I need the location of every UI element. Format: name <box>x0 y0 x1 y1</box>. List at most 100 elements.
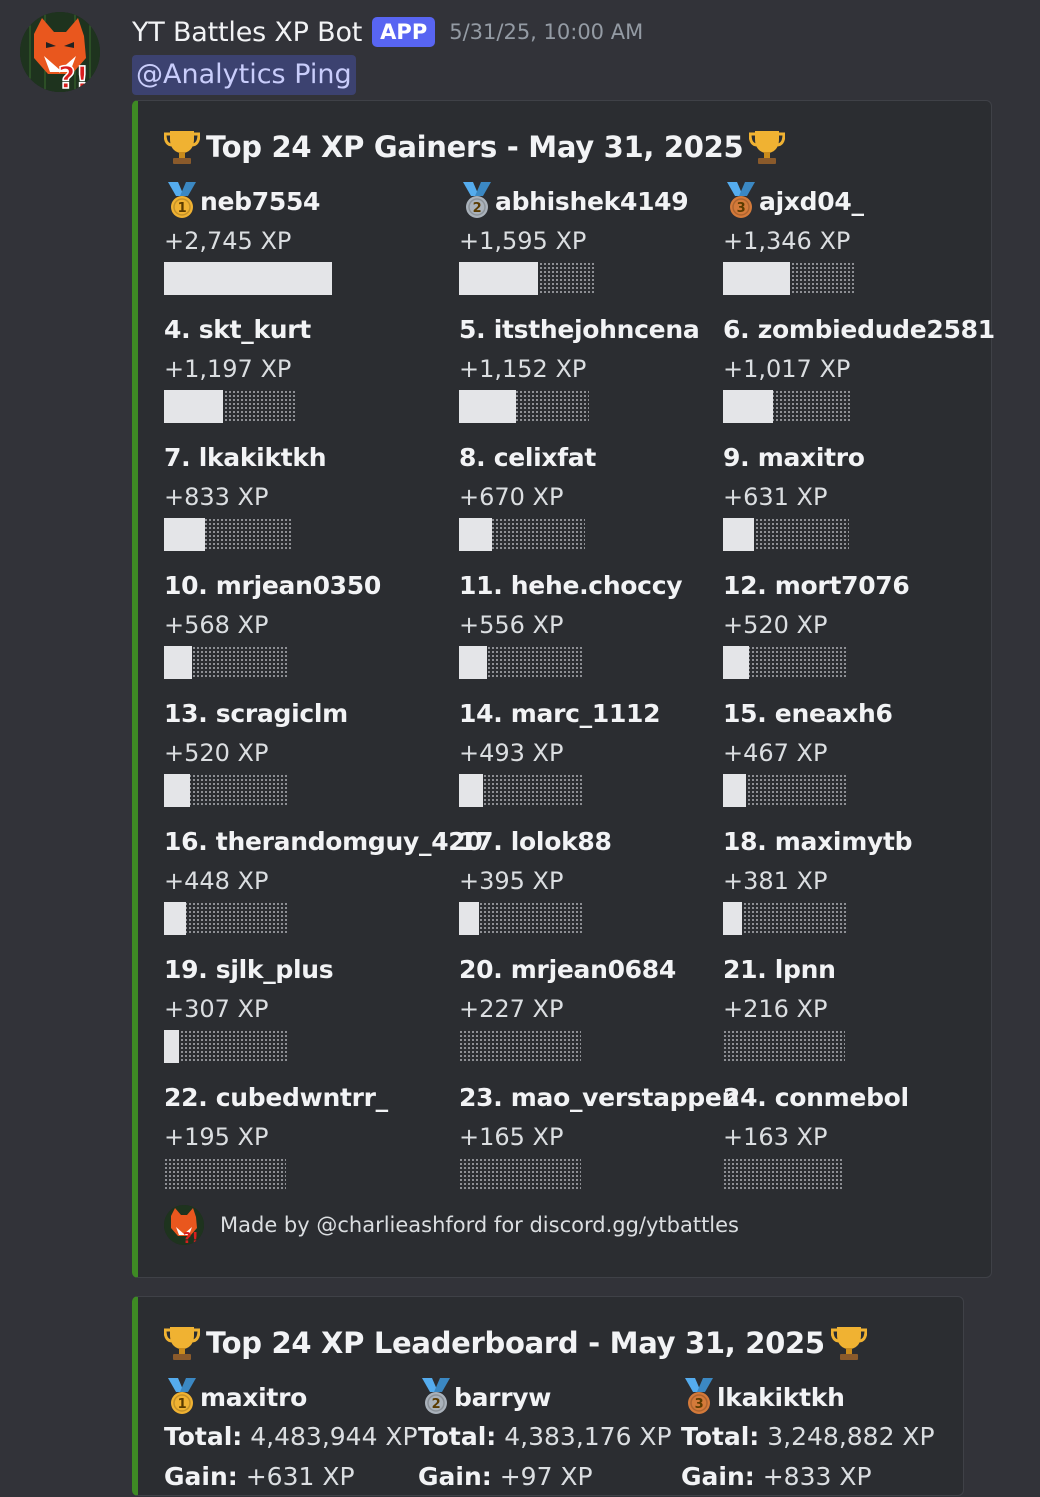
xp-progress-bar <box>459 518 759 551</box>
leaderboard-total: Total: 3,248,882 XP <box>681 1417 941 1457</box>
gainer-xp: +448 XP <box>164 867 269 895</box>
leaderboard-name: maxitro <box>200 1382 307 1412</box>
gainer-name: 9. maxitro <box>723 442 865 472</box>
gainer-name-row: 16. therandomguy_420 <box>164 821 483 861</box>
xp-bar-fill <box>459 774 483 807</box>
gainers-title: Top 24 XP Gainers - May 31, 2025 <box>163 125 786 169</box>
xp-progress-bar <box>723 646 1023 679</box>
xp-bar-fill <box>164 902 186 935</box>
message-timestamp[interactable]: 5/31/25, 10:00 AM <box>449 20 643 44</box>
total-value: 4,383,176 XP <box>504 1422 672 1451</box>
xp-progress-bar <box>723 1158 1023 1191</box>
app-badge: APP <box>372 17 436 47</box>
xp-progress-bar <box>164 518 464 551</box>
gainer-entry: 12. mort7076 +520 XP <box>723 565 1023 679</box>
xp-progress-bar <box>164 1030 464 1063</box>
gainer-name-row: 21. lpnn <box>723 949 1023 989</box>
gainer-entry: 5. itsthejohncena +1,152 XP <box>459 309 759 423</box>
gainer-name: 24. conmebol <box>723 1082 909 1112</box>
gainer-entry: 16. therandomguy_420 +448 XP <box>164 821 483 935</box>
gainer-name: 7. lkakiktkh <box>164 442 327 472</box>
trophy-icon <box>830 1323 868 1363</box>
bot-avatar[interactable]: ?! <box>20 12 100 92</box>
xp-progress-bar <box>723 1030 1023 1063</box>
gainer-name-row: 5. itsthejohncena <box>459 309 759 349</box>
gainer-xp: +467 XP <box>723 739 828 767</box>
gainer-entry: 21. lpnn +216 XP <box>723 949 1023 1063</box>
gainer-entry: 20. mrjean0684 +227 XP <box>459 949 759 1063</box>
gainer-xp: +2,745 XP <box>164 227 292 255</box>
silver-medal-icon: 2 <box>459 182 495 220</box>
xp-progress-bar <box>723 518 1023 551</box>
gainer-xp: +568 XP <box>164 611 269 639</box>
gainer-xp: +556 XP <box>459 611 564 639</box>
total-label: Total: <box>681 1422 760 1451</box>
gainer-xp: +381 XP <box>723 867 828 895</box>
xp-bar-fill <box>459 902 479 935</box>
gainer-name: ajxd04_ <box>759 186 864 216</box>
gainer-name: neb7554 <box>200 186 321 216</box>
xp-bar-fill <box>459 262 538 295</box>
gainer-name: 19. sjlk_plus <box>164 954 334 984</box>
gainer-name-row: 18. maximytb <box>723 821 1023 861</box>
xp-progress-bar <box>723 774 1023 807</box>
gainer-name: abhishek4149 <box>495 186 689 216</box>
author-name[interactable]: YT Battles XP Bot <box>132 17 362 48</box>
gainer-xp: +520 XP <box>723 611 828 639</box>
gainer-name: 4. skt_kurt <box>164 314 311 344</box>
xp-bar-fill <box>164 774 190 807</box>
xp-progress-bar <box>459 390 759 423</box>
gainer-entry: 14. marc_1112 +493 XP <box>459 693 759 807</box>
xp-bar-fill <box>723 774 746 807</box>
trophy-icon <box>163 127 201 167</box>
gainer-name-row: 24. conmebol <box>723 1077 1023 1117</box>
xp-bar-fill <box>723 390 773 423</box>
gainer-name: 21. lpnn <box>723 954 836 984</box>
leaderboard-total: Total: 4,383,176 XP <box>418 1417 678 1457</box>
xp-bar-fill <box>164 518 205 551</box>
xp-bar-fill <box>164 1030 179 1063</box>
leaderboard-gain: Gain: +97 XP <box>418 1457 678 1497</box>
xp-progress-bar <box>459 1158 759 1191</box>
gainer-entry: 19. sjlk_plus +307 XP <box>164 949 464 1063</box>
xp-bar-track <box>459 1030 581 1063</box>
gainer-xp: +227 XP <box>459 995 564 1023</box>
gainer-xp: +1,595 XP <box>459 227 587 255</box>
silver-medal-icon: 2 <box>418 1378 454 1416</box>
gainer-name-row: 7. lkakiktkh <box>164 437 464 477</box>
xp-progress-bar <box>164 262 464 295</box>
gainer-xp: +1,197 XP <box>164 355 292 383</box>
gainer-entry: 15. eneaxh6 +467 XP <box>723 693 1023 807</box>
gain-label: Gain: <box>164 1462 238 1491</box>
xp-bar-track <box>459 1158 581 1191</box>
gainer-entry: 13. scragiclm +520 XP <box>164 693 464 807</box>
total-value: 3,248,882 XP <box>767 1422 935 1451</box>
xp-bar-fill <box>164 262 332 295</box>
gain-value: +97 XP <box>499 1462 593 1491</box>
gainer-xp: +833 XP <box>164 483 269 511</box>
leaderboard-name-row: 1 maxitro <box>164 1377 424 1417</box>
bronze-medal-icon: 3 <box>723 182 759 220</box>
leaderboard-title: Top 24 XP Leaderboard - May 31, 2025 <box>163 1321 868 1365</box>
leaderboard-name: barryw <box>454 1382 552 1412</box>
gainer-entry: 8. celixfat +670 XP <box>459 437 759 551</box>
gainer-name-row: 19. sjlk_plus <box>164 949 464 989</box>
xp-bar-fill <box>723 902 742 935</box>
gain-value: +631 XP <box>245 1462 355 1491</box>
gainer-entry: 1 neb7554 +2,745 XP <box>164 181 464 295</box>
xp-progress-bar <box>723 262 1023 295</box>
xp-bar-track <box>164 1030 287 1063</box>
embed-footer: ?! Made by @charlieashford for discord.g… <box>164 1205 739 1245</box>
leaderboard-gain: Gain: +833 XP <box>681 1457 941 1497</box>
xp-progress-bar <box>459 646 759 679</box>
gainer-name-row: 10. mrjean0350 <box>164 565 464 605</box>
gainer-name: 20. mrjean0684 <box>459 954 676 984</box>
xp-bar-fill <box>164 390 223 423</box>
role-mention[interactable]: @Analytics Ping <box>132 55 356 95</box>
gainer-entry: 4. skt_kurt +1,197 XP <box>164 309 464 423</box>
gainer-name: 17. lolok88 <box>459 826 612 856</box>
xp-bar-track <box>723 1158 844 1191</box>
gainer-entry: 18. maximytb +381 XP <box>723 821 1023 935</box>
gainer-xp: +520 XP <box>164 739 269 767</box>
svg-text:?!: ?! <box>58 61 89 92</box>
